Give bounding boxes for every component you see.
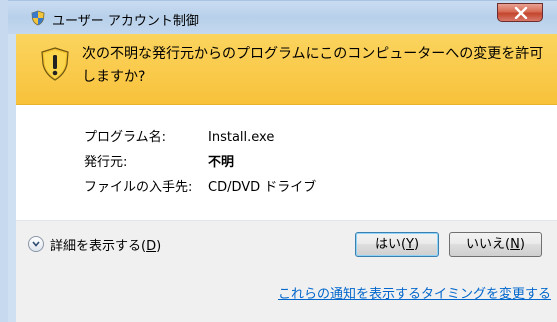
show-details-label: 詳細を表示する(D) (50, 238, 162, 254)
file-origin-value: CD/DVD ドライブ (208, 180, 317, 195)
no-button[interactable]: いいえ(N) (449, 232, 542, 257)
publisher-value: 不明 (208, 155, 235, 170)
dialog-footer: 詳細を表示する(D) はい(Y) いいえ(N) これらの通知を表示するタイミング… (16, 221, 557, 322)
uac-dialog-window: ユーザー アカウント制御 次の不明な発行元からのプログラムにこのコンピューターへ… (0, 0, 557, 322)
dialog-content: 次の不明な発行元からのプログラムにこのコンピューターへの変更を許可しますか? プ… (16, 34, 557, 322)
window-title: ユーザー アカウント制御 (52, 14, 199, 29)
warning-message: 次の不明な発行元からのプログラムにこのコンピューターへの変更を許可しますか? (82, 46, 544, 85)
program-name-value: Install.exe (208, 130, 275, 145)
close-button[interactable] (497, 3, 543, 22)
title-bar: ユーザー アカウント制御 (8, 0, 557, 34)
show-details-toggle[interactable]: 詳細を表示する(D) (28, 233, 161, 255)
chevron-down-icon (28, 236, 44, 252)
uac-shield-icon (30, 10, 46, 26)
file-origin-label: ファイルの入手先: (84, 180, 193, 195)
warning-shield-icon (40, 47, 70, 81)
publisher-label: 発行元: (84, 155, 128, 170)
close-icon (514, 7, 528, 19)
notification-settings-link[interactable]: これらの通知を表示するタイミングを変更する (278, 283, 551, 302)
warning-banner: 次の不明な発行元からのプログラムにこのコンピューターへの変更を許可しますか? (16, 34, 557, 105)
yes-button[interactable]: はい(Y) (355, 232, 439, 257)
program-name-label: プログラム名: (84, 130, 166, 145)
